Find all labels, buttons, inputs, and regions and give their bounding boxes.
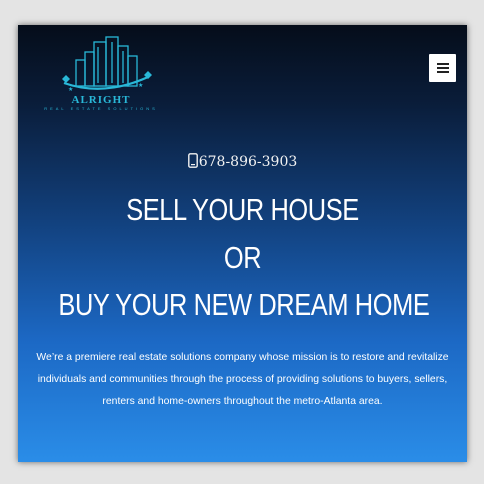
- phone-icon: [187, 153, 198, 168]
- logo-name: ALRIGHT: [71, 94, 131, 106]
- svg-text:★: ★: [68, 86, 73, 93]
- logo-tagline: REAL ESTATE SOLUTIONS: [44, 106, 158, 111]
- headline-line-2: OR: [223, 240, 262, 275]
- headline-line-3: BUY YOUR NEW DREAM HOME: [58, 287, 430, 322]
- hero-section: ★ ★ ALRIGHT REAL ESTATE SOLUTIONS 678-89…: [18, 25, 467, 462]
- phone-link[interactable]: 678-896-3903: [18, 153, 467, 170]
- site-logo[interactable]: ★ ★ ALRIGHT REAL ESTATE SOLUTIONS: [26, 33, 176, 113]
- menu-button[interactable]: [429, 54, 456, 82]
- phone-number: 678-896-3903: [198, 154, 298, 170]
- svg-text:★: ★: [138, 82, 143, 89]
- headline-line-1: SELL YOUR HOUSE: [126, 192, 359, 227]
- hamburger-icon: [436, 63, 449, 73]
- city-skyline-logo-icon: ★ ★: [62, 36, 152, 93]
- hero-description: We’re a premiere real estate solutions c…: [36, 352, 449, 407]
